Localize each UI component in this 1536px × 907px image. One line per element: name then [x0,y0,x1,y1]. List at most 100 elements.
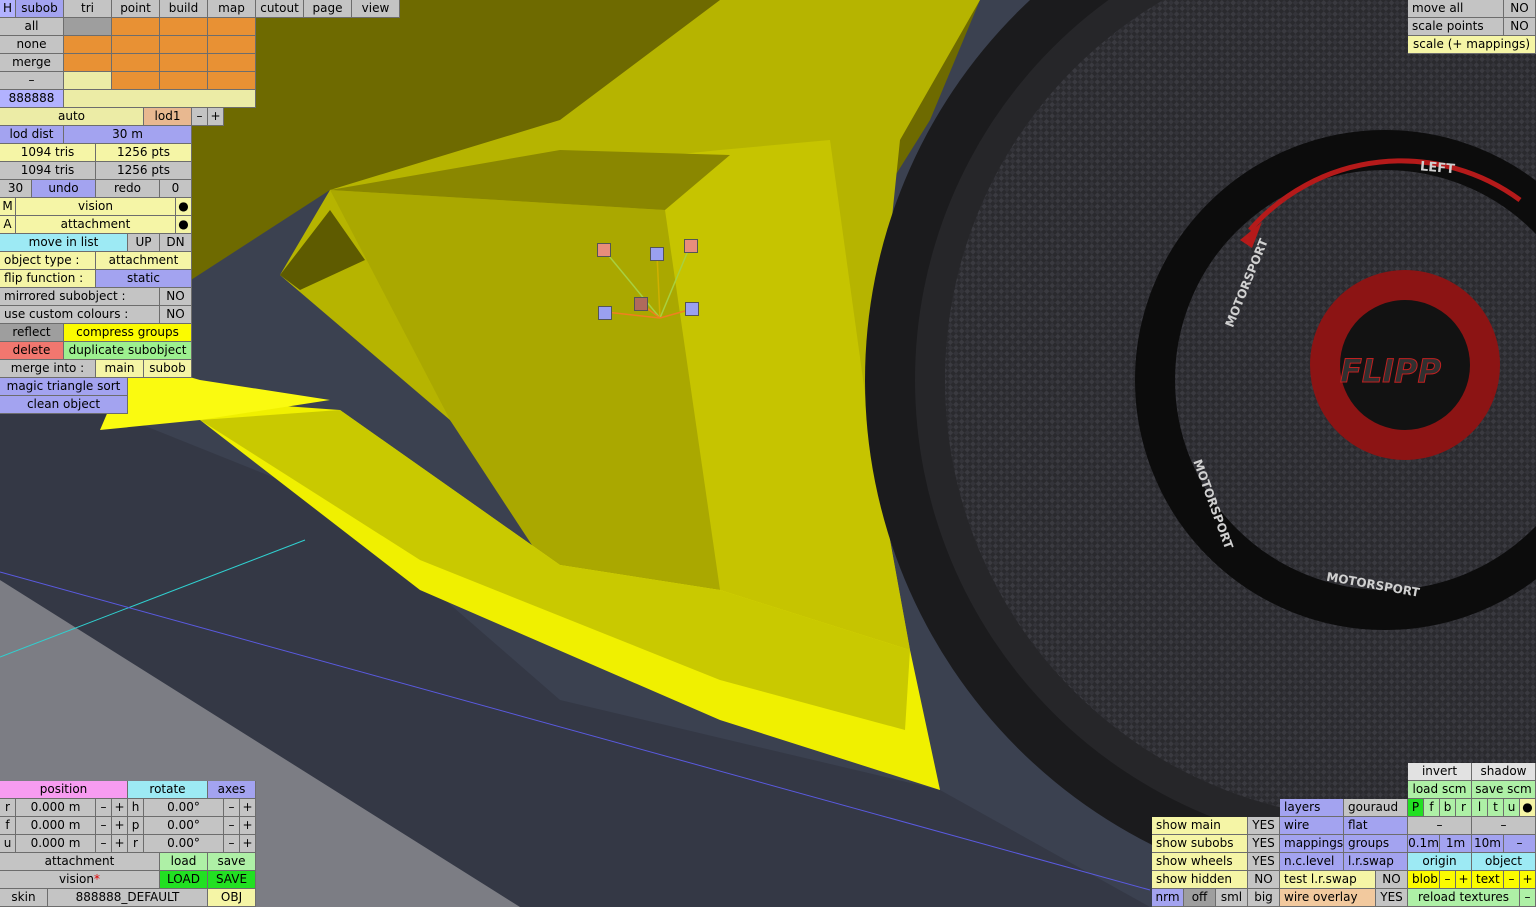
attachment-load-button[interactable]: load [160,853,208,871]
main-object-name[interactable]: vision [16,198,176,216]
slot[interactable] [208,18,256,36]
view-button-p[interactable]: P [1408,799,1424,817]
slot[interactable] [64,36,112,54]
select-merge-button[interactable]: merge [0,54,64,72]
rot-value-p[interactable]: 0.00° [144,817,224,835]
slider-right[interactable]: – [1472,817,1536,835]
rot-value-r[interactable]: 0.00° [144,835,224,853]
tab-point[interactable]: point [112,0,160,18]
lod-dist-value[interactable]: 30 m [64,126,192,144]
reload-textures-button[interactable]: reload textures [1408,889,1520,907]
move-all-toggle[interactable]: NO [1504,0,1536,18]
load-scm-button[interactable]: load scm [1408,781,1472,799]
colour-code[interactable]: 888888 [0,90,64,108]
lod-auto-button[interactable]: auto [0,108,144,126]
select-none-button[interactable]: none [0,36,64,54]
mirrored-toggle[interactable]: NO [160,288,192,306]
pos-plus-r[interactable]: + [112,799,128,817]
wire-overlay-toggle[interactable]: YES [1376,889,1408,907]
rot-plus-r[interactable]: + [240,835,256,853]
pos-plus-u[interactable]: + [112,835,128,853]
rotate-header[interactable]: rotate [128,781,208,799]
slot[interactable] [208,54,256,72]
move-down-button[interactable]: DN [160,234,192,252]
viewport[interactable]: LEFT MOTORSPORT MOTORSPORT MOTORSPORT FL… [0,0,1536,907]
attach-object-name[interactable]: attachment [16,216,176,234]
tab-subob[interactable]: subob [16,0,64,18]
reload-textures-minus[interactable]: – [1520,889,1536,907]
point-size-big[interactable]: big [1248,889,1280,907]
point-size-sml[interactable]: sml [1216,889,1248,907]
show-subobs-toggle[interactable]: YES [1248,835,1280,853]
slot[interactable] [112,36,160,54]
view-button-u[interactable]: u [1504,799,1520,817]
move-up-button[interactable]: UP [128,234,160,252]
flat-button[interactable]: flat [1344,817,1408,835]
wire-button[interactable]: wire [1280,817,1344,835]
duplicate-subobject-button[interactable]: duplicate subobject [64,342,192,360]
reflect-button[interactable]: reflect [0,324,64,342]
view-button-l[interactable]: l [1472,799,1488,817]
lod-minus-button[interactable]: – [192,108,208,126]
slot[interactable] [64,72,112,90]
undo-button[interactable]: undo [32,180,96,198]
view-button-r[interactable]: r [1456,799,1472,817]
text-minus[interactable]: – [1504,871,1520,889]
main-select-dot[interactable]: ● [176,198,192,216]
slot[interactable] [208,72,256,90]
attach-select-dot[interactable]: ● [176,216,192,234]
grid-step-0-1m[interactable]: 0.1m [1408,835,1440,853]
pos-minus-f[interactable]: – [96,817,112,835]
slider-left[interactable]: – [1408,817,1472,835]
scale-points-toggle[interactable]: NO [1504,18,1536,36]
gizmo-handle-3[interactable] [684,239,698,253]
flip-function-value[interactable]: static [96,270,192,288]
vision-load-button[interactable]: LOAD [160,871,208,889]
rot-plus-p[interactable]: + [240,817,256,835]
layers-button[interactable]: layers [1280,799,1344,817]
object-type-value[interactable]: attachment [96,252,192,270]
point-size-off[interactable]: off [1184,889,1216,907]
clean-object-button[interactable]: clean object [0,396,128,414]
show-main-toggle[interactable]: YES [1248,817,1280,835]
tab-build[interactable]: build [160,0,208,18]
gizmo-handle-6[interactable] [685,302,699,316]
custom-colours-toggle[interactable]: NO [160,306,192,324]
blob-minus[interactable]: – [1440,871,1456,889]
skin-name[interactable]: 888888_DEFAULT [48,889,208,907]
groups-button[interactable]: groups [1344,835,1408,853]
gizmo-handle-4[interactable] [598,306,612,320]
slot[interactable] [160,36,208,54]
nc-level-button[interactable]: n.c.level [1280,853,1344,871]
text-plus[interactable]: + [1520,871,1536,889]
slot[interactable] [160,54,208,72]
redo-button[interactable]: redo [96,180,160,198]
vision-save-button[interactable]: SAVE [208,871,256,889]
compress-groups-button[interactable]: compress groups [64,324,192,342]
pos-plus-f[interactable]: + [112,817,128,835]
slot[interactable] [112,18,160,36]
show-hidden-toggle[interactable]: NO [1248,871,1280,889]
invert-button[interactable]: invert [1408,763,1472,781]
lod-plus-button[interactable]: + [208,108,224,126]
grid-step-10m[interactable]: 10m [1472,835,1504,853]
pos-minus-u[interactable]: – [96,835,112,853]
lod-dist-label[interactable]: lod dist [0,126,64,144]
tab-h[interactable]: H [0,0,16,18]
gizmo-handle-2[interactable] [650,247,664,261]
tab-page[interactable]: page [304,0,352,18]
slot-grid[interactable] [64,18,256,108]
origin-button[interactable]: origin [1408,853,1472,871]
slot[interactable] [160,18,208,36]
attachment-save-button[interactable]: save [208,853,256,871]
grid-step-1m[interactable]: 1m [1440,835,1472,853]
rot-minus-r[interactable]: – [224,835,240,853]
blob-plus[interactable]: + [1456,871,1472,889]
pos-minus-r[interactable]: – [96,799,112,817]
pos-value-u[interactable]: 0.000 m [16,835,96,853]
magic-triangle-sort-button[interactable]: magic triangle sort [0,378,128,396]
lod-level[interactable]: lod1 [144,108,192,126]
rot-minus-p[interactable]: – [224,817,240,835]
tab-view[interactable]: view [352,0,400,18]
pos-value-f[interactable]: 0.000 m [16,817,96,835]
